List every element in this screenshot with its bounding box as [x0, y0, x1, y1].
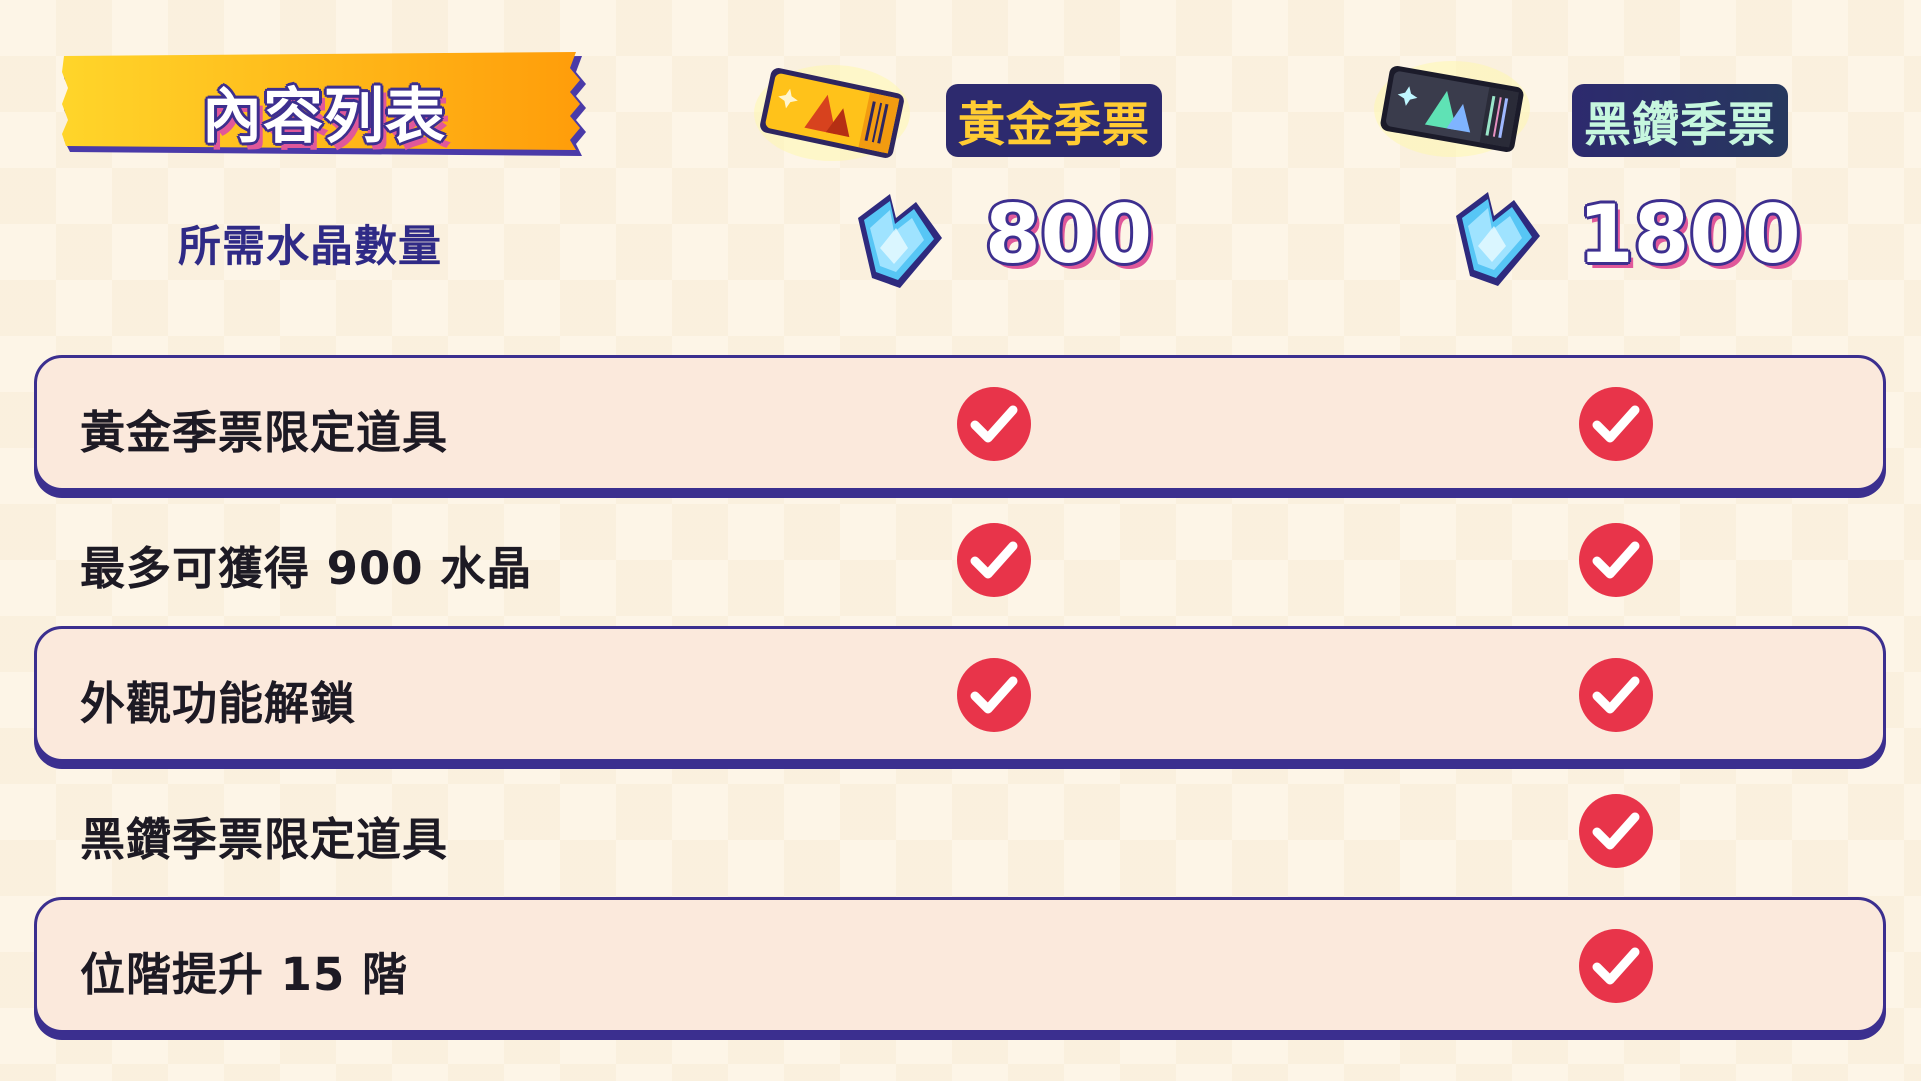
row-label-black-exclusive: 黑鑽季票限定道具 — [80, 813, 449, 866]
row-label-crystal-reward: 最多可獲得 900 水晶 — [80, 542, 533, 595]
crystal-icon — [850, 188, 946, 294]
check-circle-icon — [1578, 928, 1654, 1004]
row-label-appearance-unlock: 外觀功能解鎖 — [80, 677, 357, 730]
black-ticket-icon — [1372, 54, 1532, 164]
crystal-icon — [1448, 186, 1544, 292]
black-pass-name: 黑鑽季票 — [1572, 84, 1788, 157]
check-circle-icon — [1578, 522, 1654, 598]
check-circle-icon — [1578, 657, 1654, 733]
title-banner: 內容列表 — [62, 50, 592, 160]
black-pass-price: 1800 — [1578, 188, 1801, 281]
crystal-cost-label: 所需水晶數量 — [178, 222, 442, 272]
check-circle-icon — [1578, 793, 1654, 869]
check-circle-icon — [956, 386, 1032, 462]
gold-ticket-icon — [752, 58, 912, 168]
row-label-rank-up: 位階提升 15 階 — [80, 948, 408, 1001]
row-label-gold-exclusive: 黃金季票限定道具 — [80, 406, 449, 459]
page-title: 內容列表 — [202, 82, 446, 152]
check-circle-icon — [1578, 386, 1654, 462]
gold-pass-price: 800 — [985, 188, 1152, 281]
check-circle-icon — [956, 522, 1032, 598]
gold-pass-name: 黃金季票 — [946, 84, 1162, 157]
check-circle-icon — [956, 657, 1032, 733]
